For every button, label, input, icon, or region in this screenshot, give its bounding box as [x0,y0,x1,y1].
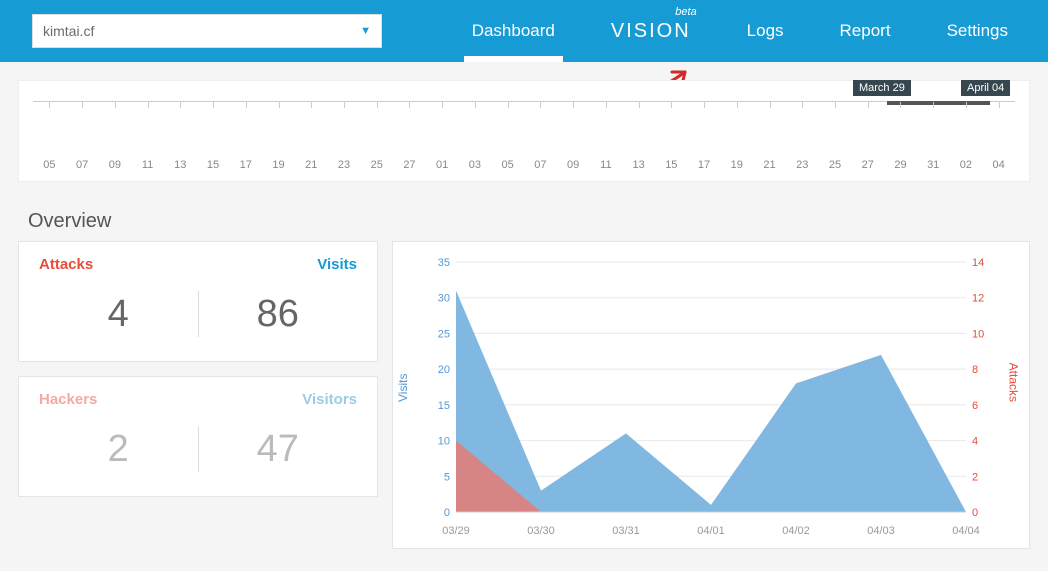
timeline-tick-label: 31 [917,159,950,171]
timeline-tick-label: 01 [426,159,459,171]
chart-y-axis-left-label: Visits [396,374,410,402]
svg-text:2: 2 [972,471,978,483]
timeline-track: March 29 April 04 [33,101,1015,141]
site-selector[interactable]: kimtai.cf ▼ [32,14,382,48]
timeline-tick-label: 25 [819,159,852,171]
timeline-tick-label: 29 [884,159,917,171]
timeline-tick-label: 09 [557,159,590,171]
stat-label-visitors: Visitors [302,391,357,408]
svg-text:30: 30 [438,293,450,305]
timeline-tick-label: 27 [851,159,884,171]
nav-dashboard[interactable]: Dashboard [464,0,563,62]
svg-text:5: 5 [444,471,450,483]
timeline-tick-label: 11 [589,159,622,171]
timeline-tick-label: 05 [491,159,524,171]
overview-heading: Overview [28,210,1020,233]
svg-text:0: 0 [972,507,978,519]
timeline-tick-label: 05 [33,159,66,171]
stat-label-visits: Visits [317,256,357,273]
stats-column: Attacks Visits 4 86 Hackers Visitors 2 4… [18,241,378,549]
main-nav: Dashboard beta VISION Logs Report Settin… [464,0,1016,62]
svg-text:03/29: 03/29 [442,525,470,537]
overview-section: Attacks Visits 4 86 Hackers Visitors 2 4… [18,241,1030,549]
timeline-tick-label: 04 [982,159,1015,171]
svg-text:15: 15 [438,400,450,412]
timeline-tick-label: 21 [295,159,328,171]
timeline-tick-label: 15 [655,159,688,171]
svg-text:03/31: 03/31 [612,525,640,537]
chart-y-axis-right-label: Attacks [1006,363,1020,402]
timeline-tick-label: 11 [131,159,164,171]
nav-logs[interactable]: Logs [739,0,792,62]
timeline-tick-label: 15 [197,159,230,171]
timeline-tick-label: 25 [360,159,393,171]
stat-value-attacks: 4 [39,293,198,336]
stat-card-hackers-visitors[interactable]: Hackers Visitors 2 47 [18,376,378,497]
svg-text:04/02: 04/02 [782,525,810,537]
timeline-tick-label: 07 [66,159,99,171]
timeline-tick-label: 17 [229,159,262,171]
svg-text:10: 10 [972,328,984,340]
site-selector-value: kimtai.cf [43,23,94,39]
timeline-tick-label: 19 [262,159,295,171]
nav-vision[interactable]: beta VISION [603,0,699,62]
timeline-tick-label: 23 [328,159,361,171]
svg-text:04/01: 04/01 [697,525,725,537]
timeline-selection[interactable] [887,101,990,105]
svg-text:10: 10 [438,436,450,448]
svg-text:14: 14 [972,257,984,269]
timeline-start-tag[interactable]: March 29 [853,80,911,96]
stat-label-attacks: Attacks [39,256,93,273]
stat-value-hackers: 2 [39,428,198,471]
vision-beta-tag: beta [675,6,696,18]
svg-text:12: 12 [972,293,984,305]
timeline-tick-label: 19 [720,159,753,171]
stat-card-attacks-visits[interactable]: Attacks Visits 4 86 [18,241,378,362]
nav-settings[interactable]: Settings [939,0,1016,62]
timeline-tick-label: 13 [622,159,655,171]
svg-text:03/30: 03/30 [527,525,555,537]
svg-text:4: 4 [972,436,978,448]
timeline-tick-label: 13 [164,159,197,171]
svg-text:04/03: 04/03 [867,525,895,537]
svg-text:20: 20 [438,364,450,376]
timeline-tick-label: 17 [688,159,721,171]
visits-attacks-chart: Visits Attacks 0 5 10 15 20 25 30 35 0 2 4 6 8 10 12 14… [392,241,1030,549]
stat-value-visits: 86 [199,293,358,336]
timeline-tick-label: 07 [524,159,557,171]
chart-canvas: 0 5 10 15 20 25 30 35 0 2 4 6 8 10 12 14 03/29 03/30 03/31… [405,252,1017,542]
timeline-tick-label: 27 [393,159,426,171]
svg-text:8: 8 [972,364,978,376]
timeline-tick-label: 09 [98,159,131,171]
timeline-tick-label: 21 [753,159,786,171]
timeline-tick-label: 23 [786,159,819,171]
svg-text:6: 6 [972,400,978,412]
timeline-tick-label: 02 [950,159,983,171]
stat-value-visitors: 47 [199,428,358,471]
svg-text:35: 35 [438,257,450,269]
svg-text:0: 0 [444,507,450,519]
chevron-down-icon: ▼ [360,25,371,37]
date-range-timeline[interactable]: March 29 April 04 0507091113151719212325… [18,80,1030,182]
timeline-tick-labels: 0507091113151719212325270103050709111315… [33,159,1015,171]
svg-text:04/04: 04/04 [952,525,980,537]
timeline-tick-label: 03 [459,159,492,171]
svg-text:25: 25 [438,328,450,340]
stat-label-hackers: Hackers [39,391,97,408]
nav-report[interactable]: Report [832,0,899,62]
vision-logo: VISION [611,20,691,43]
timeline-end-tag[interactable]: April 04 [961,80,1010,96]
app-header: kimtai.cf ▼ Dashboard beta VISION Logs R… [0,0,1048,62]
